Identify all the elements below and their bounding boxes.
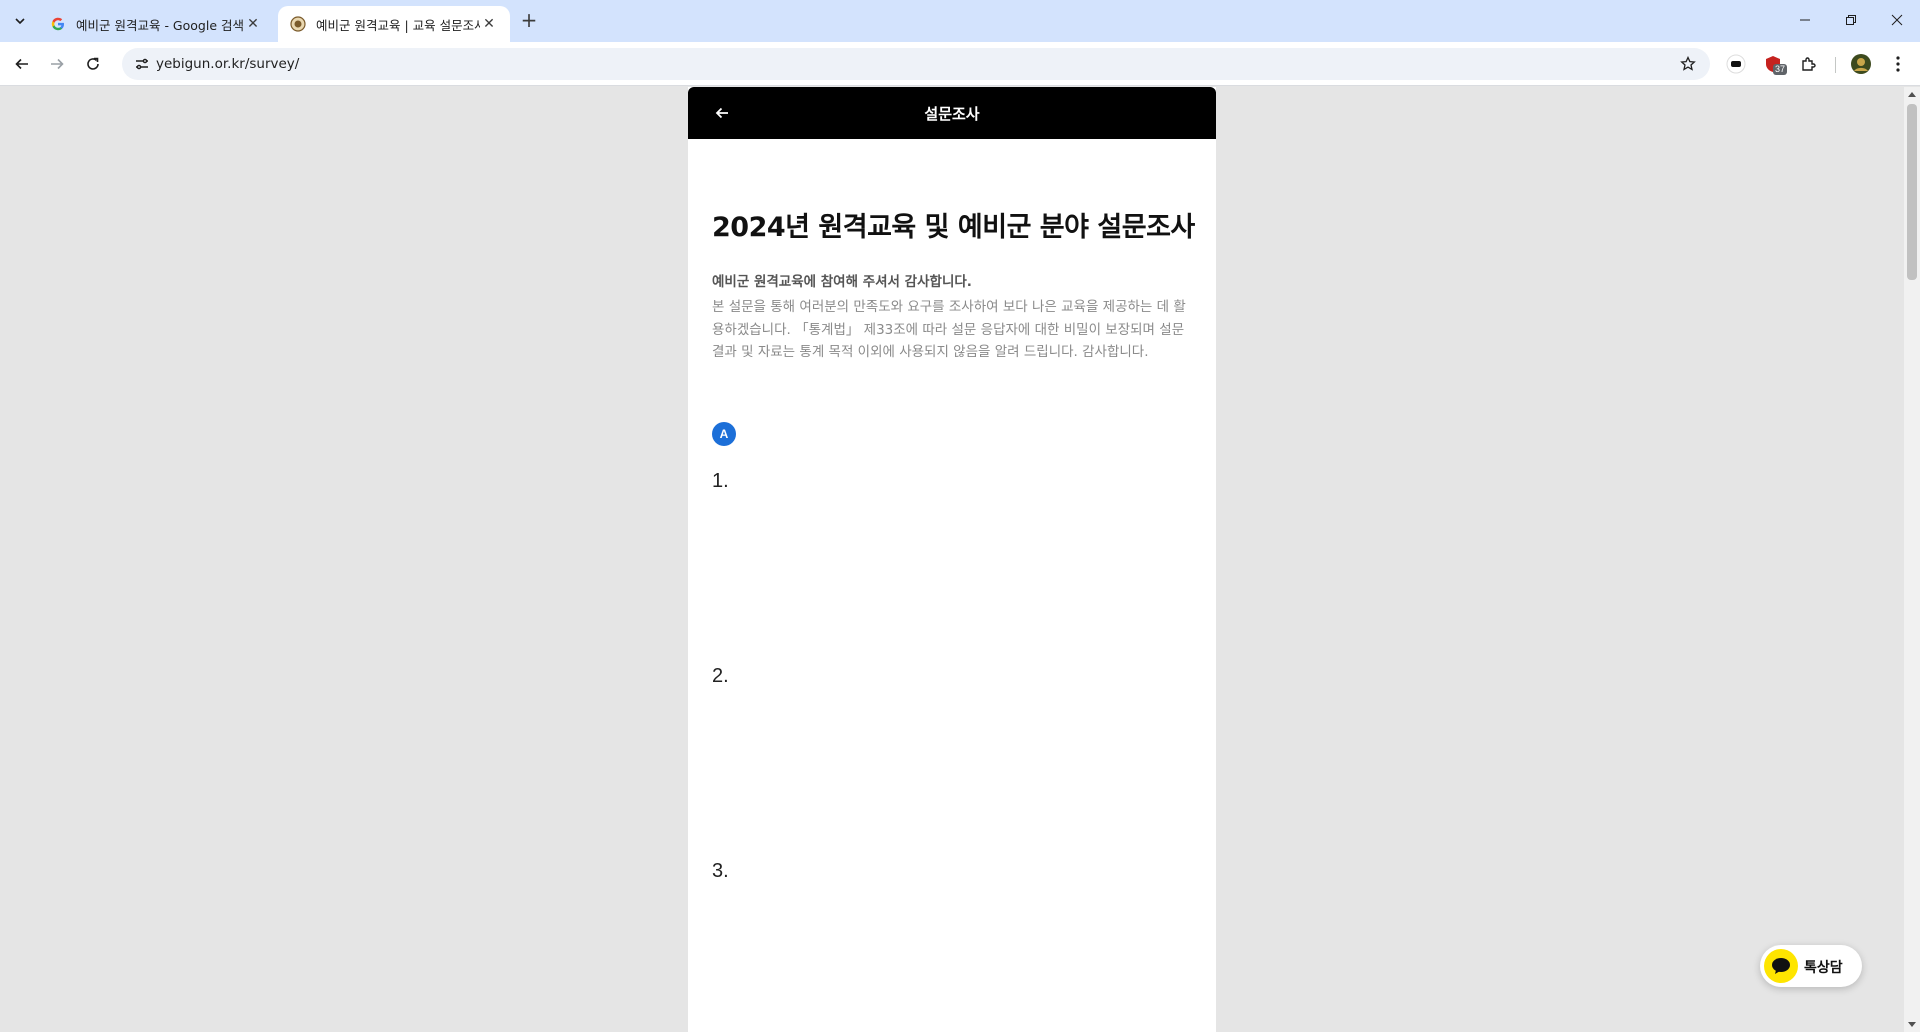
close-tab-icon[interactable]: ✕ bbox=[244, 15, 262, 33]
close-tab-icon[interactable]: ✕ bbox=[480, 15, 498, 33]
scroll-down-arrow-icon[interactable] bbox=[1908, 1022, 1916, 1027]
arrow-right-icon bbox=[51, 58, 64, 70]
address-bar[interactable]: yebigun.or.kr/survey/ bbox=[122, 48, 1710, 80]
profile-avatar[interactable] bbox=[1849, 52, 1873, 76]
tab-search-button[interactable] bbox=[8, 9, 32, 33]
toolbar-divider bbox=[1835, 57, 1836, 73]
extension-shield-icon[interactable]: 37 bbox=[1761, 52, 1788, 76]
emblem-icon bbox=[290, 16, 306, 32]
tab-google-search[interactable]: 예비군 원격교육 - Google 검색 ✕ bbox=[38, 6, 274, 42]
back-button[interactable] bbox=[8, 50, 36, 78]
page-header-title: 설문조사 bbox=[924, 105, 980, 123]
page-header: 설문조사 bbox=[688, 87, 1216, 139]
close-icon bbox=[1891, 14, 1903, 26]
close-window-button[interactable] bbox=[1874, 0, 1920, 40]
chat-consult-button[interactable]: 톡상담 bbox=[1760, 945, 1862, 987]
url-text[interactable]: yebigun.or.kr/survey/ bbox=[156, 56, 299, 72]
arrow-left-icon bbox=[15, 58, 28, 70]
tab-strip: 예비군 원격교육 - Google 검색 ✕ 예비군 원격교육 | 교육 설문조… bbox=[0, 0, 1920, 42]
google-icon bbox=[50, 16, 66, 32]
browser-toolbar: yebigun.or.kr/survey/ 37 bbox=[0, 42, 1920, 86]
minimize-icon bbox=[1800, 19, 1810, 21]
minimize-button[interactable] bbox=[1782, 0, 1828, 40]
reload-button[interactable] bbox=[79, 50, 107, 78]
tab-survey[interactable]: 예비군 원격교육 | 교육 설문조사 ✕ bbox=[278, 6, 510, 42]
scroll-up-arrow-icon[interactable] bbox=[1908, 92, 1916, 97]
menu-kebab-icon[interactable] bbox=[1886, 52, 1910, 76]
bookmark-star-icon[interactable] bbox=[1678, 54, 1698, 74]
restore-button[interactable] bbox=[1828, 0, 1874, 40]
intro-text: 본 설문을 통해 여러분의 만족도와 요구를 조사하여 보다 나은 교육을 제공… bbox=[712, 299, 1186, 360]
intro-heading: 예비군 원격교육에 참여해 주셔서 감사합니다. bbox=[712, 274, 972, 290]
restore-icon bbox=[1846, 15, 1856, 25]
survey-title: 2024년 원격교육 및 예비군 분야 설문조사 bbox=[712, 212, 1195, 243]
extension-mask-icon[interactable] bbox=[1724, 52, 1748, 76]
extension-badge: 37 bbox=[1773, 64, 1788, 75]
forward-button[interactable] bbox=[43, 50, 71, 78]
chevron-down-icon bbox=[15, 18, 25, 25]
site-info-icon[interactable] bbox=[130, 52, 154, 76]
question-number: 3. bbox=[712, 860, 729, 882]
page-scrollbar[interactable] bbox=[1904, 87, 1920, 1032]
tab-title: 예비군 원격교육 - Google 검색 bbox=[76, 17, 244, 33]
tab-title: 예비군 원격교육 | 교육 설문조사 bbox=[316, 17, 480, 33]
question-number: 2. bbox=[712, 665, 729, 687]
page-viewport: 설문조사 2024년 원격교육 및 예비군 분야 설문조사 예비군 원격교육에 … bbox=[0, 87, 1904, 1032]
reload-icon bbox=[87, 57, 99, 70]
section-badge: A bbox=[712, 422, 736, 446]
extensions-puzzle-icon[interactable] bbox=[1797, 52, 1821, 76]
question-number: 1. bbox=[712, 470, 729, 492]
new-tab-button[interactable]: + bbox=[518, 10, 540, 32]
chat-bubble-icon bbox=[1764, 949, 1798, 983]
survey-card: 설문조사 2024년 원격교육 및 예비군 분야 설문조사 예비군 원격교육에 … bbox=[688, 87, 1216, 1032]
scrollbar-thumb[interactable] bbox=[1907, 104, 1917, 280]
chat-consult-label: 톡상담 bbox=[1804, 960, 1843, 976]
